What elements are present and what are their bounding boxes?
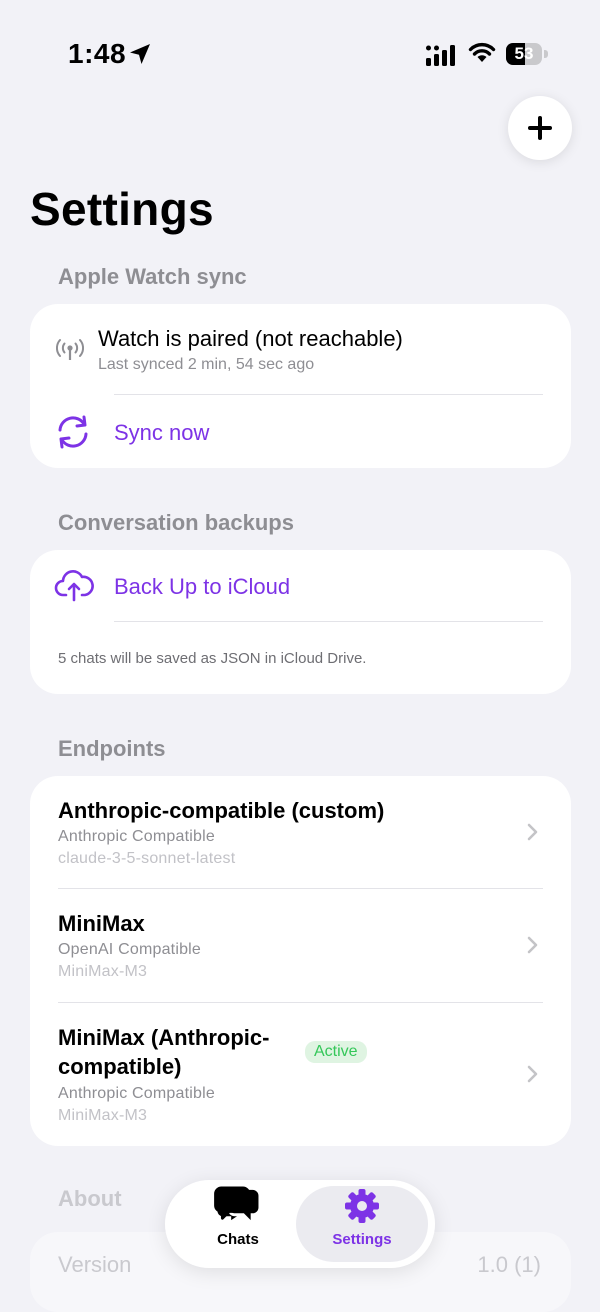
backup-note: 5 chats will be saved as JSON in iCloud … — [58, 650, 367, 667]
watch-sync-card: Watch is paired (not reachable) Last syn… — [30, 304, 571, 468]
endpoint-model: MiniMax-M3 — [58, 1107, 148, 1124]
tab-label: Chats — [217, 1231, 259, 1248]
status-time: 1:48 — [68, 38, 127, 69]
section-header-about: About — [58, 1186, 122, 1211]
add-button[interactable] — [508, 96, 572, 160]
backup-icloud-button[interactable]: Back Up to iCloud — [30, 550, 571, 622]
wifi-icon — [468, 42, 496, 62]
battery-percent: 53 — [514, 44, 534, 63]
endpoint-row[interactable]: MiniMax OpenAI Compatible MiniMax-M3 — [30, 889, 571, 1002]
endpoint-title: Anthropic-compatible (custom) — [58, 798, 385, 823]
section-header-watch-sync: Apple Watch sync — [58, 264, 247, 289]
endpoint-row-active[interactable]: MiniMax (Anthropic- compatible) Active A… — [30, 1003, 571, 1146]
endpoints-card: Anthropic-compatible (custom) Anthropic … — [30, 776, 571, 1146]
tab-bar: Chats Settings — [165, 1180, 435, 1268]
battery-indicator: 53 — [506, 43, 542, 65]
plus-icon — [528, 116, 552, 140]
backup-icloud-label: Back Up to iCloud — [114, 574, 291, 599]
active-badge: Active — [305, 1041, 367, 1063]
battery-cap — [544, 50, 548, 58]
chevron-right-icon — [527, 1065, 538, 1083]
endpoint-title: MiniMax — [58, 911, 145, 936]
endpoint-title-line1: MiniMax (Anthropic- — [58, 1025, 270, 1050]
cloud-upload-icon — [54, 570, 94, 602]
tab-label: Settings — [332, 1231, 392, 1248]
sync-now-label: Sync now — [114, 420, 210, 445]
endpoint-model: claude-3-5-sonnet-latest — [58, 850, 236, 867]
page-title: Settings — [30, 183, 214, 235]
cellular-signal-icon — [426, 45, 455, 66]
version-value: 1.0 (1) — [477, 1252, 541, 1277]
watch-status-subtitle: Last synced 2 min, 54 sec ago — [98, 356, 315, 373]
section-header-endpoints: Endpoints — [58, 736, 166, 761]
endpoint-type: Anthropic Compatible — [58, 1085, 215, 1102]
divider — [114, 621, 543, 622]
location-arrow-icon — [130, 44, 150, 64]
sync-now-button[interactable]: Sync now — [30, 395, 571, 468]
endpoint-type: OpenAI Compatible — [58, 941, 202, 958]
section-header-backups: Conversation backups — [58, 510, 294, 535]
watch-status-title: Watch is paired (not reachable) — [98, 326, 403, 351]
endpoint-title-line2: compatible) — [58, 1054, 182, 1079]
chevron-right-icon — [527, 823, 538, 841]
endpoint-row[interactable]: Anthropic-compatible (custom) Anthropic … — [30, 776, 571, 888]
gear-icon — [345, 1189, 379, 1223]
antenna-icon — [56, 339, 84, 360]
endpoint-model: MiniMax-M3 — [58, 963, 148, 980]
backups-card: Back Up to iCloud 5 chats will be saved … — [30, 550, 571, 694]
chevron-right-icon — [527, 936, 538, 954]
sync-arrows-icon — [58, 415, 88, 449]
chat-bubbles-icon — [214, 1186, 259, 1221]
endpoint-type: Anthropic Compatible — [58, 828, 215, 845]
version-label: Version — [58, 1252, 132, 1277]
tab-settings[interactable]: Settings — [296, 1186, 428, 1262]
tab-chats[interactable]: Chats — [172, 1186, 304, 1262]
